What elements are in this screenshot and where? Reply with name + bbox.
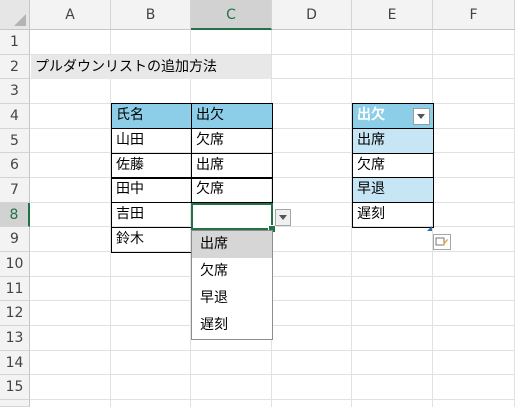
dropdown-option[interactable]: 欠席 <box>192 258 272 285</box>
row-header-16-partial[interactable] <box>0 400 30 407</box>
column-header-a[interactable]: A <box>30 0 111 30</box>
table-cell-name[interactable]: 鈴木 <box>111 227 192 253</box>
dropdown-option[interactable]: 早退 <box>192 285 272 312</box>
gridline <box>30 374 515 375</box>
row-header-15[interactable]: 15 <box>0 375 30 400</box>
list-table-item[interactable]: 早退 <box>352 177 434 203</box>
list-table-item[interactable]: 出席 <box>352 128 434 154</box>
dropdown-button[interactable] <box>275 209 291 226</box>
column-header-c[interactable]: C <box>191 0 272 30</box>
row-header-9[interactable]: 9 <box>0 227 30 252</box>
filter-button[interactable] <box>413 108 430 125</box>
column-header-e[interactable]: E <box>352 0 433 30</box>
table-cell-attendance[interactable]: 欠席 <box>191 128 273 154</box>
column-header-d[interactable]: D <box>272 0 352 30</box>
table-header-name[interactable]: 氏名 <box>111 103 192 129</box>
gridline <box>30 350 515 351</box>
gridline <box>30 399 515 400</box>
row-header-13[interactable]: 13 <box>0 326 30 351</box>
list-table-item[interactable]: 遅刻 <box>352 202 434 228</box>
row-header-6[interactable]: 6 <box>0 153 30 178</box>
row-header-2[interactable]: 2 <box>0 55 30 79</box>
chevron-down-icon <box>279 215 287 220</box>
active-cell-input[interactable] <box>191 203 273 230</box>
column-header-b[interactable]: B <box>111 0 191 30</box>
select-all-triangle-icon <box>14 14 26 26</box>
table-resize-handle[interactable] <box>427 226 432 231</box>
table-cell-name[interactable]: 佐藤 <box>111 153 192 179</box>
row-header-1[interactable]: 1 <box>0 30 30 55</box>
row-header-14[interactable]: 14 <box>0 351 30 375</box>
table-header-attendance[interactable]: 出欠 <box>191 103 273 129</box>
row-header-4[interactable]: 4 <box>0 104 30 129</box>
select-all-corner[interactable] <box>0 0 30 30</box>
table-cell-attendance[interactable]: 出席 <box>191 153 273 179</box>
table-cell-name[interactable]: 吉田 <box>111 202 192 228</box>
row-header-3[interactable]: 3 <box>0 79 30 104</box>
dropdown-list: 出席 欠席 早退 遅刻 <box>191 230 273 340</box>
row-header-10[interactable]: 10 <box>0 252 30 277</box>
table-cell-name[interactable]: 山田 <box>111 128 192 154</box>
spreadsheet: A B C D E F 1 2 3 4 5 6 7 8 9 10 11 12 1… <box>0 0 515 407</box>
table-cell-name[interactable]: 田中 <box>111 177 192 203</box>
dropdown-option[interactable]: 出席 <box>192 231 272 258</box>
row-header-8[interactable]: 8 <box>0 203 30 227</box>
column-header-f[interactable]: F <box>433 0 515 30</box>
quick-analysis-glyph <box>435 237 448 246</box>
quick-analysis-icon[interactable] <box>433 234 451 250</box>
row-header-11[interactable]: 11 <box>0 277 30 301</box>
row-header-7[interactable]: 7 <box>0 178 30 203</box>
chevron-down-icon <box>417 114 425 119</box>
dropdown-option[interactable]: 遅刻 <box>192 312 272 339</box>
table-cell-attendance[interactable]: 欠席 <box>191 177 273 203</box>
row-header-5[interactable]: 5 <box>0 129 30 153</box>
list-table-item[interactable]: 欠席 <box>352 153 434 179</box>
row-header-12[interactable]: 12 <box>0 301 30 326</box>
title-cell[interactable]: プルダウンリストの追加方法 <box>31 55 271 79</box>
